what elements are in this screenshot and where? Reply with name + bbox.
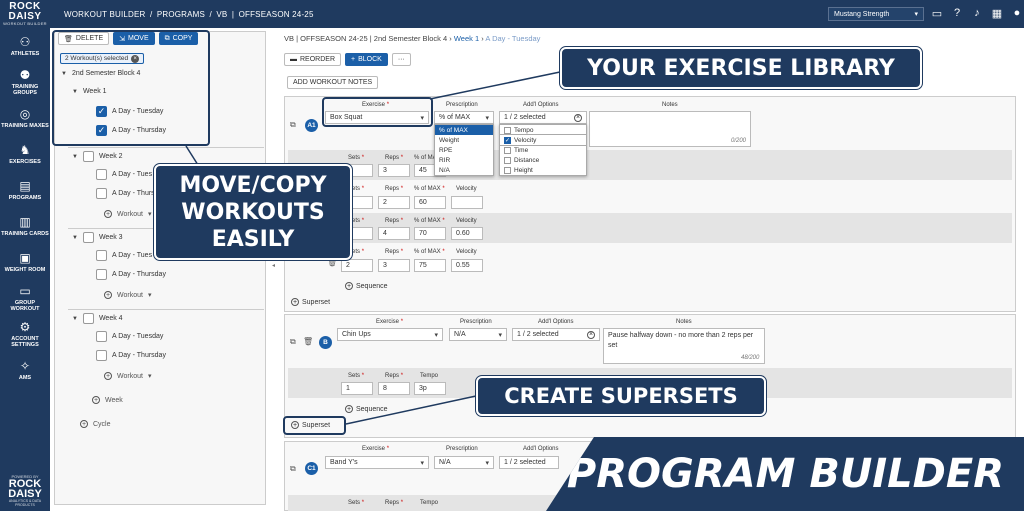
create-supersets-callout: CREATE SUPERSETS bbox=[475, 375, 767, 417]
program-builder-banner: PROGRAM BUILDER bbox=[546, 437, 1024, 511]
library-pointer bbox=[429, 71, 561, 100]
supersets-pointer bbox=[345, 395, 477, 425]
exercise-library-callout: YOUR EXERCISE LIBRARY bbox=[559, 46, 923, 90]
move-copy-callout: MOVE/COPY WORKOUTS EASILY bbox=[153, 163, 353, 261]
move-copy-pointer bbox=[185, 145, 199, 166]
